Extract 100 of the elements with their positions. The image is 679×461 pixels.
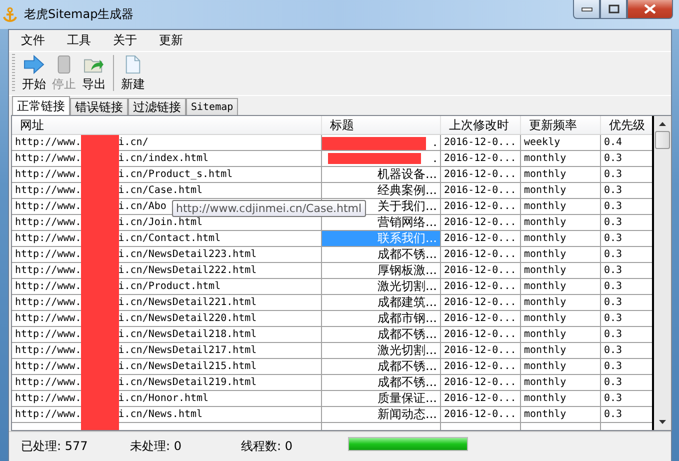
window-title: 老虎Sitemap生成器 xyxy=(24,6,134,23)
table-cell: . xyxy=(322,135,441,151)
tab[interactable]: 过滤链接 xyxy=(128,98,186,115)
table-cell: 质量保证... xyxy=(322,391,441,407)
table-cell: monthly xyxy=(521,295,601,311)
document-icon xyxy=(125,55,141,74)
scroll-thumb[interactable] xyxy=(655,131,670,149)
tab[interactable]: Sitemap xyxy=(186,98,238,115)
minimize-button[interactable] xyxy=(573,0,600,19)
pending-count: 未处理: 0 xyxy=(130,438,182,455)
table-cell: 2016-12-0... xyxy=(441,343,521,359)
table-cell: 0.3 xyxy=(601,263,652,279)
table-cell: monthly xyxy=(521,183,601,199)
toolbar-grip[interactable] xyxy=(12,54,15,92)
table-cell: 0.3 xyxy=(601,151,652,167)
scrollbar[interactable] xyxy=(654,116,671,430)
arrow-icon xyxy=(23,55,45,74)
down-arrow-icon xyxy=(659,420,666,424)
table-cell: 机器设备... xyxy=(322,167,441,183)
menu-item[interactable]: 文件 xyxy=(21,32,56,49)
table-cell: 激光切割... xyxy=(322,279,441,295)
table-cell: 0.3 xyxy=(601,247,652,263)
table-cell: 2016-12-0... xyxy=(441,359,521,375)
stop-icon xyxy=(57,55,71,74)
column-header[interactable]: 网址 xyxy=(12,116,322,134)
close-button[interactable] xyxy=(627,0,673,19)
table-cell: 0.3 xyxy=(601,359,652,375)
toolbar-button[interactable]: 新建 xyxy=(118,55,148,95)
toolbar-button[interactable]: 导出 xyxy=(79,55,109,95)
table-cell: 0.3 xyxy=(601,311,652,327)
tooltip: http://www.cdjinmei.cn/Case.html xyxy=(172,200,366,217)
table-cell: 成都不锈... xyxy=(322,375,441,391)
table-cell: monthly xyxy=(521,327,601,343)
tab[interactable]: 正常链接 xyxy=(12,96,70,115)
table-cell: . xyxy=(322,151,441,167)
table-cell: 经典案例... xyxy=(322,183,441,199)
column-header[interactable]: 标题 xyxy=(322,116,441,134)
table-cell: 0.3 xyxy=(601,183,652,199)
table-cell: 0.3 xyxy=(601,199,652,215)
table-cell: 2016-12-0... xyxy=(441,295,521,311)
table-cell: 0.3 xyxy=(601,375,652,391)
table-cell: 2016-12-0... xyxy=(441,327,521,343)
menu-item[interactable]: 更新 xyxy=(159,32,194,49)
table-cell: 成都建筑... xyxy=(322,295,441,311)
table-cell: 2016-12-0... xyxy=(441,135,521,151)
table-cell: 0.3 xyxy=(601,231,652,247)
table-cell: monthly xyxy=(521,263,601,279)
column-header[interactable]: 优先级 xyxy=(601,116,652,134)
maximize-button[interactable] xyxy=(600,0,627,19)
menu-item[interactable]: 工具 xyxy=(67,32,102,49)
processed-count: 已处理: 577 xyxy=(21,438,88,455)
table-cell: 2016-12-0... xyxy=(441,151,521,167)
table-cell: 成都不锈... xyxy=(322,359,441,375)
table-cell: monthly xyxy=(521,215,601,231)
table-cell: monthly xyxy=(521,231,601,247)
table-cell: 0.3 xyxy=(601,327,652,343)
table-cell: 0.4 xyxy=(601,135,652,151)
table-cell: 2016-12-0... xyxy=(441,391,521,407)
table-cell: monthly xyxy=(521,279,601,295)
table-cell: 0.3 xyxy=(601,343,652,359)
table-cell: monthly xyxy=(521,359,601,375)
table-cell: 2016-12-0... xyxy=(441,215,521,231)
maximize-icon xyxy=(608,4,620,14)
table-cell: 厚钢板激... xyxy=(322,263,441,279)
table-cell: 0.3 xyxy=(601,407,652,423)
table-cell: 成都市钢... xyxy=(322,311,441,327)
table-cell: 2016-12-0... xyxy=(441,311,521,327)
column-header[interactable]: 更新频率 xyxy=(521,116,601,134)
table-cell: monthly xyxy=(521,151,601,167)
up-arrow-icon xyxy=(659,122,666,126)
table-cell: 0.3 xyxy=(601,295,652,311)
table-cell: monthly xyxy=(521,167,601,183)
table-cell: monthly xyxy=(521,247,601,263)
table-cell: 2016-12-0... xyxy=(441,263,521,279)
table-cell: monthly xyxy=(521,407,601,423)
table-cell: monthly xyxy=(521,199,601,215)
table-cell: 2016-12-0... xyxy=(441,183,521,199)
thread-count: 线程数: 0 xyxy=(241,438,292,455)
table-cell: 2016-12-0... xyxy=(441,247,521,263)
toolbar-button[interactable]: 开始 xyxy=(19,55,49,95)
table-cell: 2016-12-0... xyxy=(441,199,521,215)
tab[interactable]: 错误链接 xyxy=(70,98,128,115)
table-cell: 2016-12-0... xyxy=(441,375,521,391)
table-cell: weekly xyxy=(521,135,601,151)
table-cell: monthly xyxy=(521,343,601,359)
table-cell: 0.3 xyxy=(601,279,652,295)
table-cell: monthly xyxy=(521,375,601,391)
minimize-icon xyxy=(580,6,592,12)
table-cell: 0.3 xyxy=(601,167,652,183)
table-cell: 激光切割... xyxy=(322,343,441,359)
menu-item[interactable]: 关于 xyxy=(113,32,148,49)
table-cell: 2016-12-0... xyxy=(441,231,521,247)
anchor-icon xyxy=(2,6,18,22)
column-header[interactable]: 上次修改时 xyxy=(441,116,521,134)
table-cell: 联系我们... xyxy=(322,231,441,247)
table-cell: 新闻动态... xyxy=(322,407,441,423)
table-cell: 2016-12-0... xyxy=(441,279,521,295)
table-cell: 0.3 xyxy=(601,391,652,407)
table-cell: monthly xyxy=(521,391,601,407)
table-cell: 2016-12-0... xyxy=(441,407,521,423)
